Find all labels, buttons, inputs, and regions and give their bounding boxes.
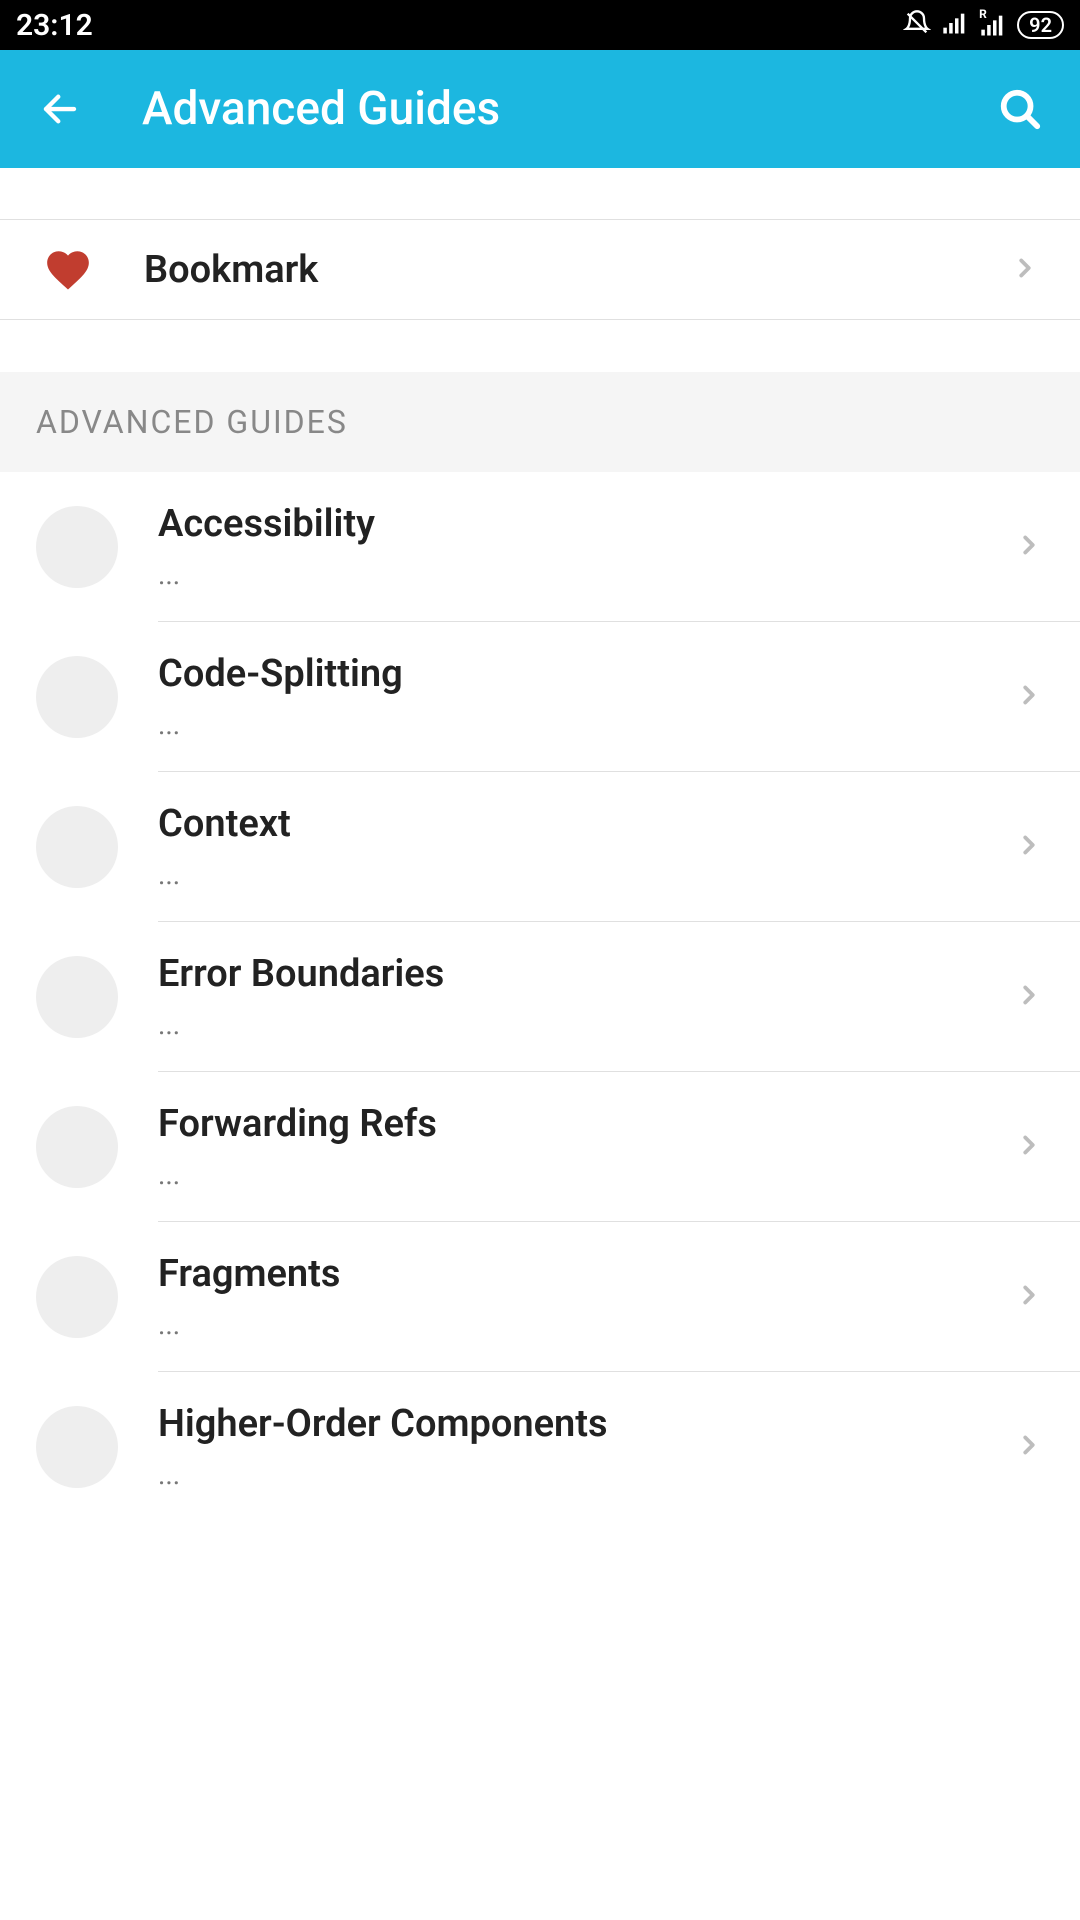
status-right: R 92 — [903, 9, 1064, 41]
item-subtitle: ... — [158, 1158, 994, 1191]
list-item-code-splitting[interactable]: Code-Splitting ... — [0, 622, 1080, 771]
list-item-forwarding-refs[interactable]: Forwarding Refs ... — [0, 1072, 1080, 1221]
item-title: Forwarding Refs — [158, 1102, 994, 1146]
item-avatar — [36, 806, 118, 888]
arrow-left-icon — [39, 88, 81, 130]
item-subtitle: ... — [158, 1008, 994, 1041]
guides-list: Accessibility ... Code-Splitting ... Con… — [0, 472, 1080, 1521]
item-title: Higher-Order Components — [158, 1402, 994, 1446]
mute-icon — [903, 9, 931, 41]
item-subtitle: ... — [158, 1458, 994, 1491]
item-avatar — [36, 506, 118, 588]
back-button[interactable] — [30, 79, 90, 139]
item-content: Context ... — [158, 802, 1014, 891]
status-bar: 23:12 R 92 — [0, 0, 1080, 50]
item-subtitle: ... — [158, 708, 994, 741]
search-button[interactable] — [990, 79, 1050, 139]
item-avatar — [36, 1256, 118, 1338]
item-content: Code-Splitting ... — [158, 652, 1014, 741]
item-title: Code-Splitting — [158, 652, 994, 696]
chevron-right-icon — [1010, 253, 1040, 287]
item-subtitle: ... — [158, 558, 994, 591]
chevron-right-icon — [1014, 1280, 1044, 1314]
chevron-right-icon — [1014, 1430, 1044, 1464]
list-item-error-boundaries[interactable]: Error Boundaries ... — [0, 922, 1080, 1071]
item-title: Accessibility — [158, 502, 994, 546]
chevron-right-icon — [1014, 980, 1044, 1014]
item-content: Error Boundaries ... — [158, 952, 1014, 1041]
status-time: 23:12 — [16, 8, 93, 43]
item-avatar — [36, 656, 118, 738]
search-icon — [997, 86, 1043, 132]
item-title: Error Boundaries — [158, 952, 994, 996]
battery-indicator: 92 — [1017, 11, 1064, 39]
item-subtitle: ... — [158, 858, 994, 891]
list-item-accessibility[interactable]: Accessibility ... — [0, 472, 1080, 621]
list-item-fragments[interactable]: Fragments ... — [0, 1222, 1080, 1371]
page-title: Advanced Guides — [142, 82, 990, 136]
item-title: Fragments — [158, 1252, 994, 1296]
section-header: ADVANCED GUIDES — [0, 372, 1080, 472]
spacer — [0, 168, 1080, 220]
list-item-higher-order-components[interactable]: Higher-Order Components ... — [0, 1372, 1080, 1521]
bookmark-row[interactable]: Bookmark — [0, 220, 1080, 320]
chevron-right-icon — [1014, 680, 1044, 714]
bookmark-label: Bookmark — [144, 248, 1010, 292]
heart-icon — [40, 242, 96, 298]
item-avatar — [36, 956, 118, 1038]
section-header-text: ADVANCED GUIDES — [36, 403, 348, 441]
app-bar: Advanced Guides — [0, 50, 1080, 168]
item-content: Higher-Order Components ... — [158, 1402, 1014, 1491]
item-avatar — [36, 1106, 118, 1188]
item-content: Accessibility ... — [158, 502, 1014, 591]
signal-icon — [941, 9, 969, 41]
chevron-right-icon — [1014, 1130, 1044, 1164]
item-subtitle: ... — [158, 1308, 994, 1341]
chevron-right-icon — [1014, 530, 1044, 564]
signal-roaming-icon: R — [979, 11, 1007, 39]
spacer — [0, 320, 1080, 372]
chevron-right-icon — [1014, 830, 1044, 864]
item-content: Forwarding Refs ... — [158, 1102, 1014, 1191]
list-item-context[interactable]: Context ... — [0, 772, 1080, 921]
item-avatar — [36, 1406, 118, 1488]
item-content: Fragments ... — [158, 1252, 1014, 1341]
item-title: Context — [158, 802, 994, 846]
